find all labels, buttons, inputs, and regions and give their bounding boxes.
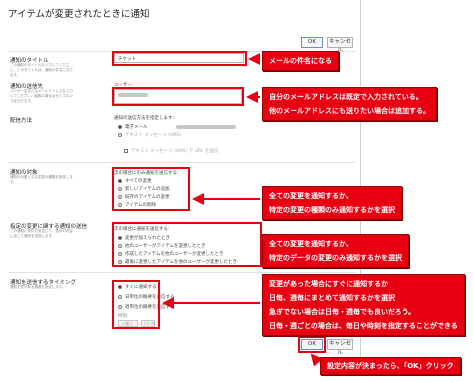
highlight-change-type (112, 167, 190, 211)
arrow-ok (310, 353, 324, 367)
when-desc: 通知を受け取る頻度を指定します。 (10, 285, 66, 289)
divider (8, 272, 356, 273)
divider (8, 162, 356, 163)
callout-change-type: 全ての変更を通知するか、 特定の変更の種類のみ通知するかを選択 (262, 186, 402, 220)
callout-text: 特定のデータの変更のみ通知するかを選択 (269, 254, 402, 262)
highlight-when (112, 280, 160, 329)
callout-ok: 設定内容が決まったら、「OK」クリック (320, 357, 461, 375)
radio-icon (118, 124, 122, 129)
dialog-title: アイテムが変更されたときに通知 (8, 9, 150, 20)
highlight-users (112, 87, 244, 106)
callout-send-to: 自分のメールアドレスは既定で入力されている。 他のメールアドレスにも送りたい場合… (262, 87, 437, 121)
highlight-filter (112, 222, 262, 267)
callout-text: 急ぎでない場合は日毎・週毎でも良いだろう。 (269, 308, 416, 316)
callout-text: 他のメールアドレスにも送りたい場合は追加する。 (269, 107, 430, 115)
radio-icon (118, 132, 122, 137)
highlight-title (112, 51, 247, 66)
ok-button-top[interactable]: OK (301, 37, 323, 48)
delivery-sms-option[interactable]: テキスト メッセージ (SMS) (118, 132, 181, 138)
delivery-email-option[interactable]: 電子メール (118, 124, 148, 130)
callout-title-text: メールの件名になる (269, 57, 332, 65)
callout-filter: 全ての変更を通知するか、 特定のデータの変更のみ通知するかを選択 (262, 234, 409, 268)
callout-text: 変更があった場合にすぐに通知するか (269, 280, 389, 288)
delivery-sms-url-option[interactable]: テキスト メッセージ (SMS) で URL を送信 (124, 148, 218, 154)
callout-text: 特定の変更の種類のみ通知するかを選択 (269, 206, 395, 214)
highlight-ok (298, 336, 326, 353)
send-to-desc: ユーザー名またはメールアドレスを入力してください。複数の場合はセミコロンで区切り… (10, 89, 73, 103)
filter-desc: この通知に条件を設定して、表示の内容に応じて通知を送信します。 (10, 229, 73, 238)
change-type-desc: 通知の対象となる変更の種類を指定します。 (10, 175, 73, 184)
callout-title: メールの件名になる (262, 51, 339, 71)
callout-text: 日毎・週ごとの場合は、毎日や時刻を指定することができる (269, 322, 458, 330)
dialog: アイテムが変更されたときに通知 OK キャンセル 通知のタイトル この通知のタイ… (0, 0, 474, 382)
callout-text: 設定内容が決まったら、「OK」クリック (327, 362, 454, 370)
delivery-heading: 配信方法 (10, 118, 33, 124)
callout-text: 自分のメールアドレスは既定で入力されている。 (269, 93, 423, 101)
blurred-email (176, 125, 236, 129)
callout-when: 変更があった場合にすぐに通知するか 日毎、週毎にまとめて通知するかを選択 急ぎで… (262, 274, 465, 336)
callout-text: 全ての変更を通知するか、 (269, 192, 353, 200)
callout-text: 日毎、週毎にまとめて通知するかを選択 (269, 294, 395, 302)
callout-text: 全ての変更を通知するか、 (269, 240, 353, 248)
checkbox-icon (124, 148, 128, 153)
alert-title-desc: この通知のタイトルを入力してください。このタイトルは、通知の件名になります。 (10, 63, 73, 77)
cancel-button-bottom[interactable]: キャンセル (327, 339, 353, 356)
delivery-label: 通知の送信方法を指定します: (114, 116, 175, 121)
cancel-button-top[interactable]: キャンセル (327, 37, 353, 54)
